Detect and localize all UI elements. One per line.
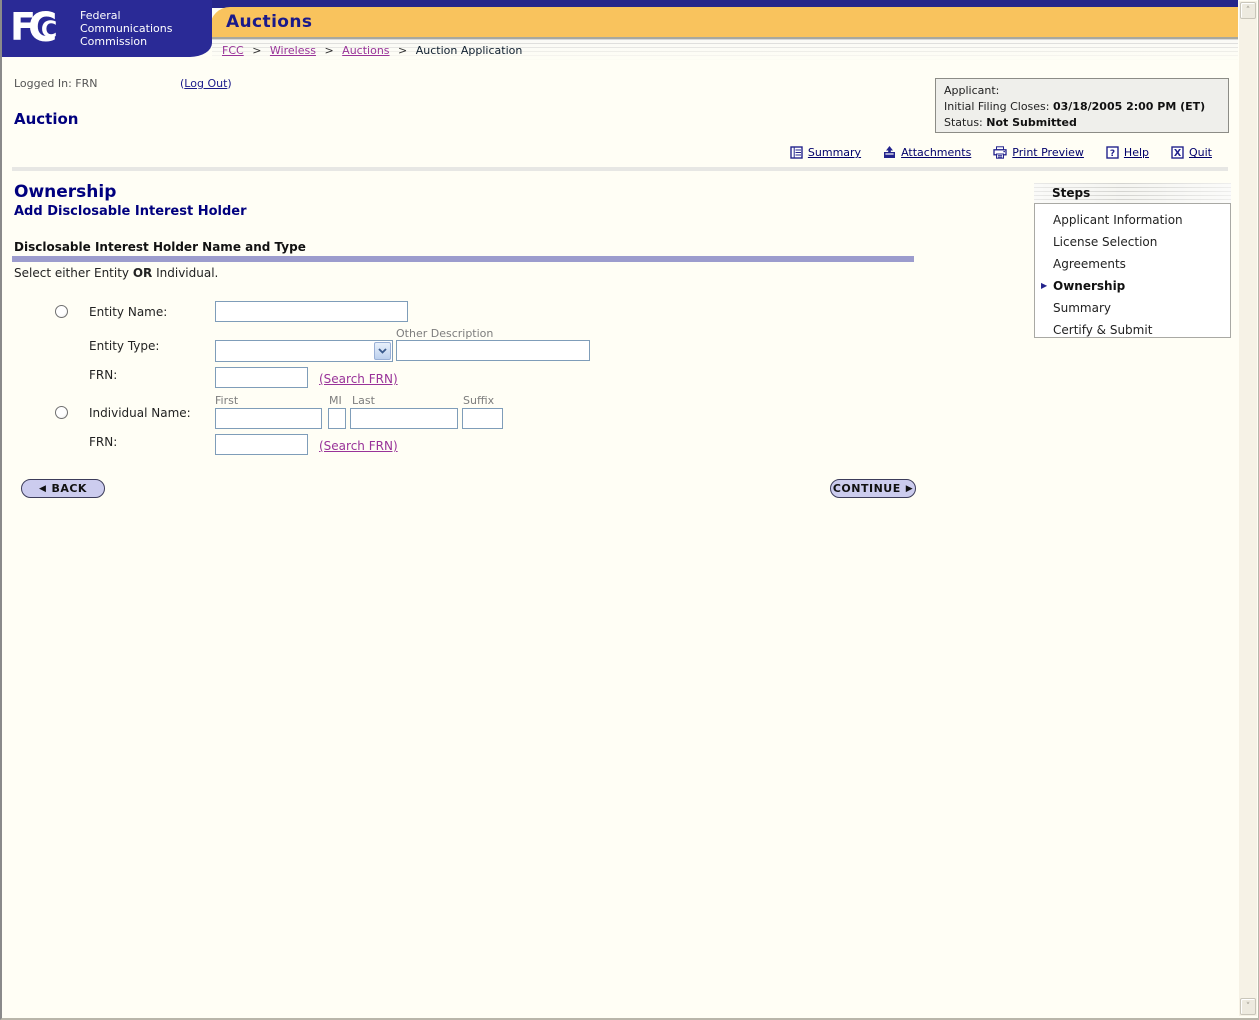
step-ownership: ▶ Ownership xyxy=(1035,275,1230,297)
breadcrumb-separator: > xyxy=(252,44,262,57)
fcc-org-name: Federal Communications Commission xyxy=(80,9,173,48)
back-arrow-icon: ◀ xyxy=(39,483,47,494)
header-gold-bar: Auctions xyxy=(210,7,1238,39)
entity-type-label: Entity Type: xyxy=(89,339,160,353)
group-heading: Disclosable Interest Holder Name and Typ… xyxy=(14,240,306,254)
applicant-info-box: Applicant: Initial Filing Closes: 03/18/… xyxy=(935,78,1229,133)
section-subtitle: Add Disclosable Interest Holder xyxy=(14,204,247,219)
step-agreements: Agreements xyxy=(1053,257,1126,271)
step-certify-submit: Certify & Submit xyxy=(1053,323,1153,337)
toolbar: Summary Attachments Print Preview ? Help… xyxy=(790,146,1212,159)
fcc-logo-block: F C C Federal Communications Commission xyxy=(2,0,212,57)
breadcrumb-link-auctions[interactable]: Auctions xyxy=(342,44,389,57)
summary-icon xyxy=(790,146,803,159)
filing-closes-value: 03/18/2005 2:00 PM (ET) xyxy=(1052,100,1206,113)
back-button[interactable]: ◀ BACK xyxy=(21,479,105,498)
auction-application-page: Auctions F C C Federal Communications Co… xyxy=(0,0,1259,1020)
page-title: Auction xyxy=(14,110,79,128)
active-step-arrow-icon: ▶ xyxy=(1041,281,1048,290)
attachments-label: Attachments xyxy=(901,146,972,159)
last-name-input[interactable] xyxy=(350,408,458,429)
step-summary: Summary xyxy=(1053,301,1111,315)
breadcrumb-separator: > xyxy=(324,44,334,57)
breadcrumb-separator: > xyxy=(398,44,408,57)
suffix-label: Suffix xyxy=(463,394,495,407)
summary-link[interactable]: Summary xyxy=(790,146,861,159)
entity-name-input[interactable] xyxy=(215,301,408,322)
mi-input[interactable] xyxy=(328,408,346,429)
individual-frn-input[interactable] xyxy=(215,434,308,455)
step-license-selection: License Selection xyxy=(1053,235,1158,249)
status-value: Not Submitted xyxy=(986,116,1077,129)
entity-search-frn-link[interactable]: (Search FRN) xyxy=(319,372,398,386)
status-line: Status: Not Submitted xyxy=(944,116,1077,129)
quit-label: Quit xyxy=(1189,146,1212,159)
section-title: Ownership xyxy=(14,182,117,202)
mi-label: MI xyxy=(329,394,342,407)
continue-button[interactable]: CONTINUE ▶ xyxy=(830,479,916,498)
other-description-input[interactable] xyxy=(396,340,590,361)
app-title: Auctions xyxy=(226,12,313,32)
individual-frn-label: FRN: xyxy=(89,435,118,449)
individual-name-label: Individual Name: xyxy=(89,406,191,420)
entity-frn-label: FRN: xyxy=(89,368,118,382)
suffix-input[interactable] xyxy=(462,408,503,429)
group-heading-rule xyxy=(12,256,914,262)
steps-header: Steps xyxy=(1034,183,1231,203)
dropdown-arrow-button[interactable] xyxy=(374,342,391,360)
vertical-scrollbar[interactable]: ˄ ˅ xyxy=(1239,1,1257,1016)
breadcrumb-strip: FCC > Wireless > Auctions > Auction Appl… xyxy=(212,39,1238,62)
step-applicant-information: Applicant Information xyxy=(1053,213,1183,227)
steps-panel: Applicant Information License Selection … xyxy=(1034,203,1231,338)
entity-type-select[interactable] xyxy=(215,340,393,362)
steps-title: Steps xyxy=(1052,186,1091,200)
other-description-label: Other Description xyxy=(396,327,494,340)
quit-icon: X xyxy=(1171,146,1184,159)
attachments-link[interactable]: Attachments xyxy=(883,146,971,159)
entity-frn-input[interactable] xyxy=(215,367,308,388)
svg-text:X: X xyxy=(1174,148,1182,159)
breadcrumb-link-fcc[interactable]: FCC xyxy=(222,44,244,57)
individual-search-frn-link[interactable]: (Search FRN) xyxy=(319,439,398,453)
fcc-logo-icon: F C C xyxy=(10,5,72,51)
help-icon: ? xyxy=(1106,146,1119,159)
svg-text:?: ? xyxy=(1110,149,1115,159)
svg-text:C: C xyxy=(41,18,57,43)
applicant-label: Applicant: xyxy=(944,84,1000,97)
help-label: Help xyxy=(1123,146,1149,159)
logout-link[interactable]: (Log Out) xyxy=(180,77,232,90)
instruction-text: Select either Entity OR Individual. xyxy=(14,266,219,280)
help-link[interactable]: ? Help xyxy=(1106,146,1149,159)
print-preview-label: Print Preview xyxy=(1012,146,1084,159)
printer-icon xyxy=(993,146,1007,159)
scroll-up-button[interactable]: ˄ xyxy=(1240,2,1256,19)
entity-name-label: Entity Name: xyxy=(89,305,168,319)
first-name-input[interactable] xyxy=(215,408,322,429)
last-name-label: Last xyxy=(352,394,375,407)
attachments-icon xyxy=(883,146,896,159)
first-name-label: First xyxy=(215,394,239,407)
quit-link[interactable]: X Quit xyxy=(1171,146,1212,159)
logged-in-label: Logged In: FRN xyxy=(14,77,98,90)
toolbar-divider xyxy=(12,167,1228,171)
breadcrumb: FCC > Wireless > Auctions > Auction Appl… xyxy=(212,39,1238,57)
entity-radio[interactable] xyxy=(55,305,68,318)
breadcrumb-link-wireless[interactable]: Wireless xyxy=(270,44,316,57)
entity-type-selected-value xyxy=(216,341,219,355)
logout-paren: ) xyxy=(227,77,232,90)
individual-radio[interactable] xyxy=(55,406,68,419)
print-preview-link[interactable]: Print Preview xyxy=(993,146,1084,159)
filing-closes-line: Initial Filing Closes: 03/18/2005 2:00 P… xyxy=(944,100,1206,113)
scroll-down-button[interactable]: ˅ xyxy=(1240,998,1256,1015)
continue-arrow-icon: ▶ xyxy=(905,483,914,494)
summary-label: Summary xyxy=(807,146,862,159)
logout-text: Log Out xyxy=(184,77,228,90)
breadcrumb-current: Auction Application xyxy=(415,44,523,57)
